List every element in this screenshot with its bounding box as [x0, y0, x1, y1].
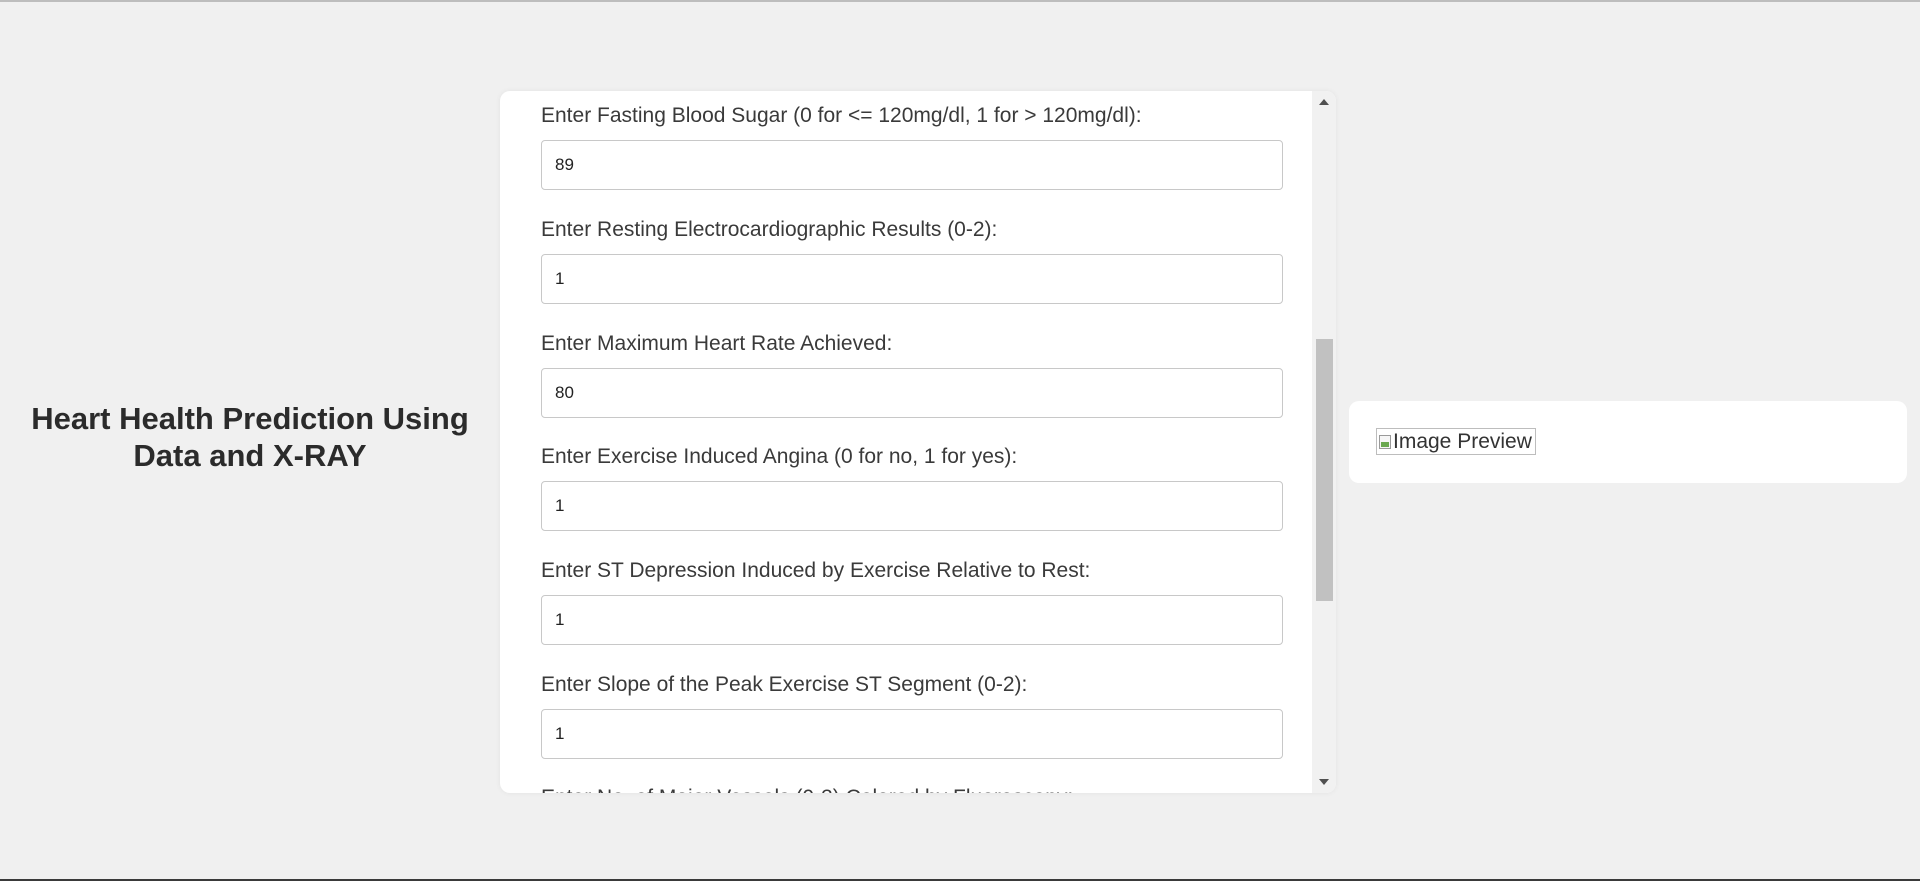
- field-st-slope: Enter Slope of the Peak Exercise ST Segm…: [541, 672, 1283, 759]
- scroll-up-arrow-icon[interactable]: [1312, 91, 1336, 113]
- field-label: Enter Slope of the Peak Exercise ST Segm…: [541, 673, 1028, 696]
- field-st-depression: Enter ST Depression Induced by Exercise …: [541, 558, 1283, 645]
- scroll-thumb[interactable]: [1316, 339, 1333, 601]
- fasting-blood-sugar-input[interactable]: 89: [541, 140, 1283, 190]
- broken-image-icon: [1379, 434, 1391, 449]
- scroll-down-arrow-icon[interactable]: [1312, 771, 1336, 793]
- exercise-angina-input[interactable]: 1: [541, 481, 1283, 531]
- field-resting-ecg: Enter Resting Electrocardiographic Resul…: [541, 217, 1283, 304]
- image-preview: Image Preview: [1376, 428, 1536, 455]
- field-max-heart-rate: Enter Maximum Heart Rate Achieved: 80: [541, 331, 1283, 418]
- image-preview-alt-text: Image Preview: [1393, 429, 1532, 453]
- field-fasting-blood-sugar: Enter Fasting Blood Sugar (0 for <= 120m…: [541, 103, 1283, 190]
- field-label: Enter Maximum Heart Rate Achieved:: [541, 332, 893, 355]
- resting-ecg-input[interactable]: 1: [541, 254, 1283, 304]
- form-panel: Enter Fasting Blood Sugar (0 for <= 120m…: [500, 91, 1336, 793]
- st-depression-input[interactable]: 1: [541, 595, 1283, 645]
- field-label: Enter Resting Electrocardiographic Resul…: [541, 218, 998, 241]
- form-scroll-area[interactable]: Enter Fasting Blood Sugar (0 for <= 120m…: [500, 91, 1312, 793]
- max-heart-rate-input[interactable]: 80: [541, 368, 1283, 418]
- field-exercise-angina: Enter Exercise Induced Angina (0 for no,…: [541, 444, 1283, 531]
- st-slope-input[interactable]: 1: [541, 709, 1283, 759]
- image-preview-card: Image Preview: [1349, 401, 1907, 483]
- field-label: Enter No. of Major Vessels (0-3) Colored…: [541, 785, 1283, 793]
- field-label: Enter Exercise Induced Angina (0 for no,…: [541, 445, 1018, 468]
- field-label: Enter ST Depression Induced by Exercise …: [541, 559, 1091, 582]
- field-label: Enter Fasting Blood Sugar (0 for <= 120m…: [541, 104, 1142, 127]
- form-scrollbar[interactable]: [1312, 91, 1336, 793]
- field-major-vessels: Enter No. of Major Vessels (0-3) Colored…: [541, 785, 1283, 793]
- page-title: Heart Health Prediction Using Data and X…: [31, 401, 469, 473]
